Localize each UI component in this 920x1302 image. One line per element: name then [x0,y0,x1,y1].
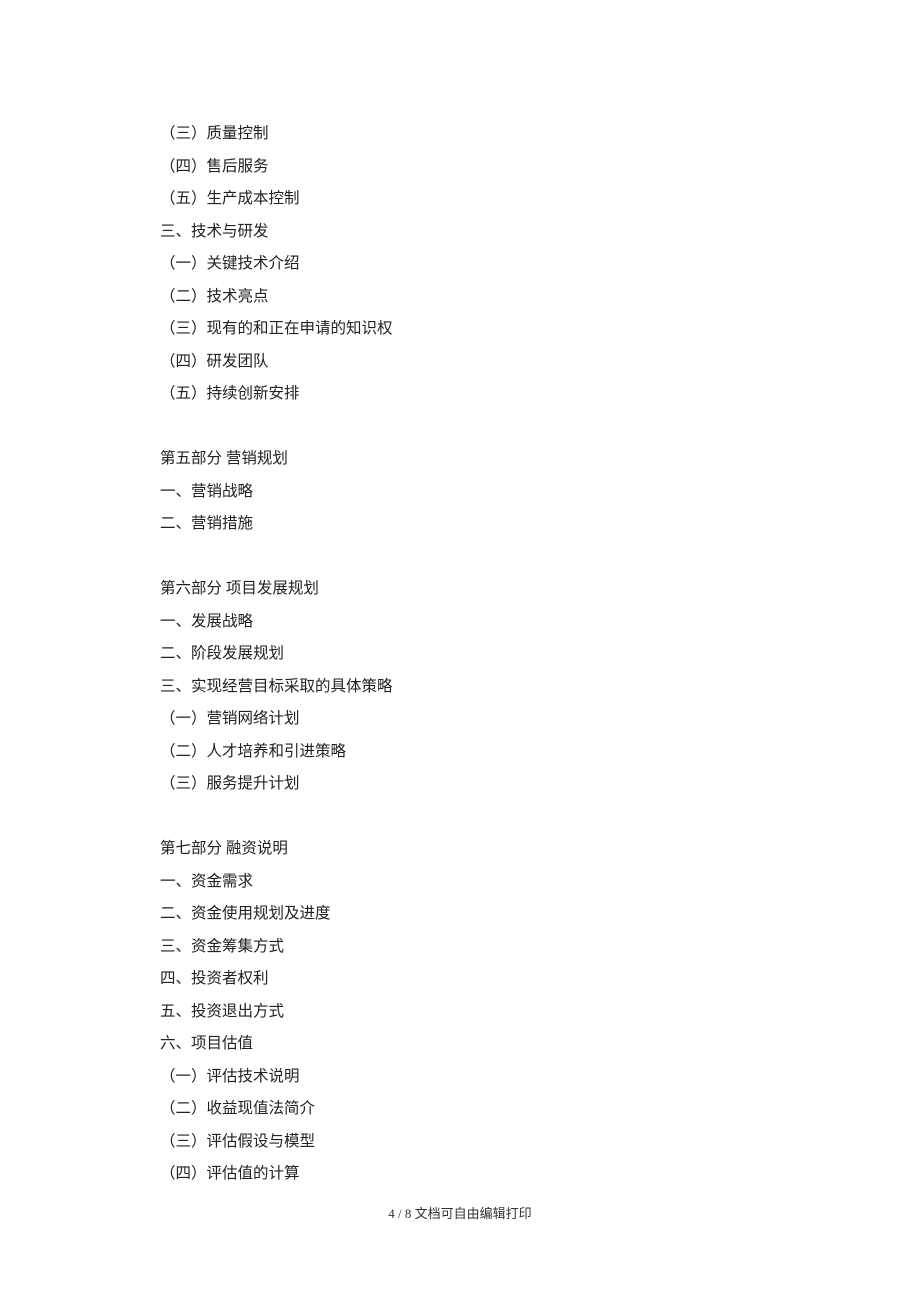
document-content: （三）质量控制 （四）售后服务 （五）生产成本控制 三、技术与研发 （一）关键技… [160,118,760,1191]
outline-item: （二）收益现值法简介 [160,1093,760,1126]
outline-item: 一、发展战略 [160,606,760,639]
outline-item: 二、阶段发展规划 [160,638,760,671]
outline-item: （三）质量控制 [160,118,760,151]
outline-item: （四）评估值的计算 [160,1158,760,1191]
outline-item: （三）服务提升计划 [160,768,760,801]
outline-item: （一）关键技术介绍 [160,248,760,281]
outline-item: （一）评估技术说明 [160,1061,760,1094]
outline-item: 二、营销措施 [160,508,760,541]
outline-item: （二）技术亮点 [160,281,760,314]
outline-item: 一、资金需求 [160,866,760,899]
outline-item: 一、营销战略 [160,476,760,509]
page-current: 4 [388,1206,395,1221]
outline-item: （三）现有的和正在申请的知识权 [160,313,760,346]
outline-item: （一）营销网络计划 [160,703,760,736]
blank-line [160,801,760,834]
outline-item: 三、资金筹集方式 [160,931,760,964]
outline-item: （五）生产成本控制 [160,183,760,216]
footer-separator: / [398,1206,405,1221]
outline-item: （四）研发团队 [160,346,760,379]
footer-note: 文档可自由编辑打印 [415,1206,532,1221]
section-heading: 第七部分 融资说明 [160,833,760,866]
page-total: 8 [405,1206,412,1221]
outline-item: 二、资金使用规划及进度 [160,898,760,931]
outline-item: 三、实现经营目标采取的具体策略 [160,671,760,704]
page-footer: 4 / 8 文档可自由编辑打印 [0,1203,920,1222]
section-heading: 第五部分 营销规划 [160,443,760,476]
outline-item: （二）人才培养和引进策略 [160,736,760,769]
outline-item: 三、技术与研发 [160,216,760,249]
section-heading: 第六部分 项目发展规划 [160,573,760,606]
outline-item: 六、项目估值 [160,1028,760,1061]
blank-line [160,541,760,574]
outline-item: 四、投资者权利 [160,963,760,996]
outline-item: （三）评估假设与模型 [160,1126,760,1159]
outline-item: 五、投资退出方式 [160,996,760,1029]
blank-line [160,411,760,444]
outline-item: （四）售后服务 [160,151,760,184]
outline-item: （五）持续创新安排 [160,378,760,411]
